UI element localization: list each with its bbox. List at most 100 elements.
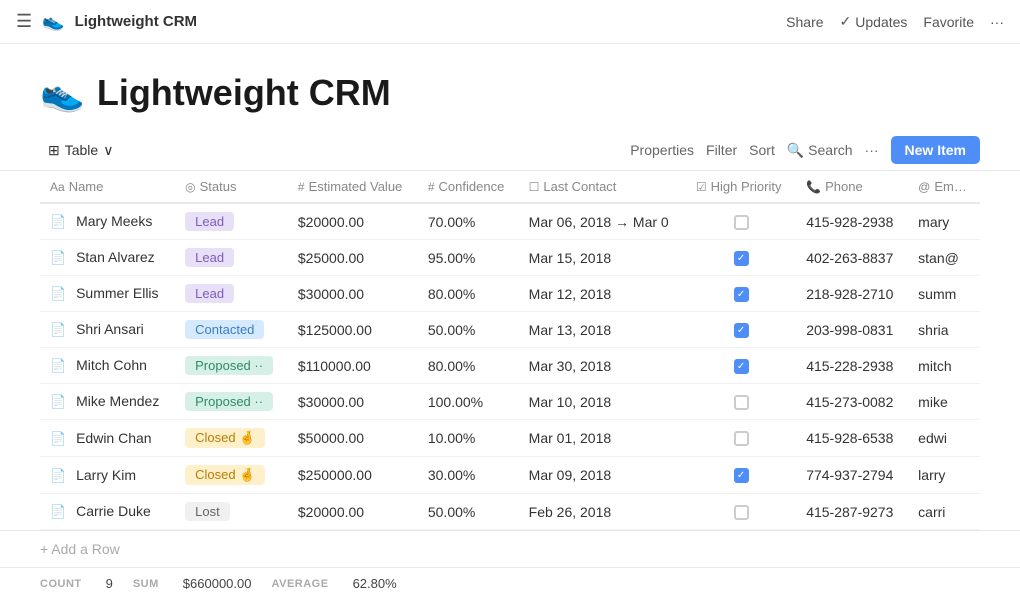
sort-button[interactable]: Sort <box>749 142 775 158</box>
cell-last-contact: Mar 13, 2018 <box>519 312 686 348</box>
row-doc-icon: 📄 <box>50 250 66 265</box>
sum-value: $660000.00 <box>183 576 252 591</box>
cell-estimated-value: $20000.00 <box>288 203 418 240</box>
table-row[interactable]: 📄 Carrie Duke Lost $20000.00 50.00% Feb … <box>40 494 980 530</box>
cell-high-priority <box>686 494 796 530</box>
col-email: @Em… <box>908 171 980 203</box>
filter-button[interactable]: Filter <box>706 142 737 158</box>
cell-confidence: 80.00% <box>418 276 519 312</box>
favorite-button[interactable]: Favorite <box>923 14 974 30</box>
cell-name: 📄 Carrie Duke <box>40 494 175 530</box>
app-icon: 👟 <box>42 11 64 32</box>
new-item-button[interactable]: New Item <box>891 136 980 164</box>
row-doc-icon: 📄 <box>50 431 66 446</box>
table-row[interactable]: 📄 Shri Ansari Contacted $125000.00 50.00… <box>40 312 980 348</box>
cell-confidence: 95.00% <box>418 240 519 276</box>
cell-name: 📄 Mike Mendez <box>40 384 175 420</box>
search-button[interactable]: 🔍 Search <box>787 142 853 159</box>
toolbar: ⊞ Table ∨ Properties Filter Sort 🔍 Searc… <box>0 130 1020 171</box>
cell-confidence: 80.00% <box>418 348 519 384</box>
cell-phone: 218-928-2710 <box>796 276 908 312</box>
cell-status: Lost <box>175 494 288 530</box>
status-badge[interactable]: Lead <box>185 212 234 231</box>
status-badge[interactable]: Lead <box>185 248 234 267</box>
topnav-left: ☰ 👟 Lightweight CRM <box>16 11 197 32</box>
cell-confidence: 10.00% <box>418 420 519 457</box>
cell-last-contact: Mar 15, 2018 <box>519 240 686 276</box>
col-confidence: #Confidence <box>418 171 519 203</box>
high-priority-checkbox[interactable] <box>734 215 749 230</box>
cell-phone: 415-273-0082 <box>796 384 908 420</box>
status-badge[interactable]: Lost <box>185 502 230 521</box>
high-priority-checkbox[interactable] <box>734 395 749 410</box>
cell-phone: 415-228-2938 <box>796 348 908 384</box>
high-priority-checkbox[interactable] <box>734 431 749 446</box>
col-last-contact: ☐Last Contact <box>519 171 686 203</box>
hamburger-menu[interactable]: ☰ <box>16 11 32 32</box>
table-row[interactable]: 📄 Mary Meeks Lead $20000.00 70.00% Mar 0… <box>40 203 980 240</box>
cell-last-contact: Mar 12, 2018 <box>519 276 686 312</box>
cell-name: 📄 Mary Meeks <box>40 203 175 240</box>
cell-email: mike <box>908 384 980 420</box>
cell-email: mary <box>908 203 980 240</box>
table-row[interactable]: 📄 Edwin Chan Closed 🤞 $50000.00 10.00% M… <box>40 420 980 457</box>
avg-value: 62.80% <box>353 576 397 591</box>
status-badge[interactable]: Closed 🤞 <box>185 428 265 448</box>
status-badge[interactable]: Proposed ·· <box>185 392 273 411</box>
cell-name: 📄 Mitch Cohn <box>40 348 175 384</box>
high-priority-checkbox[interactable]: ✓ <box>734 287 749 302</box>
table-view-button[interactable]: ⊞ Table ∨ <box>40 138 121 163</box>
row-doc-icon: 📄 <box>50 286 66 301</box>
status-badge[interactable]: Closed 🤞 <box>185 465 265 485</box>
more-options-button[interactable]: ··· <box>990 14 1004 30</box>
cell-email: carri <box>908 494 980 530</box>
updates-button[interactable]: ✓ Updates <box>840 13 908 30</box>
cell-estimated-value: $20000.00 <box>288 494 418 530</box>
cell-estimated-value: $30000.00 <box>288 276 418 312</box>
crm-table: AaName ◎Status #Estimated Value #Confide… <box>40 171 980 530</box>
cell-status: Lead <box>175 240 288 276</box>
table-row[interactable]: 📄 Stan Alvarez Lead $25000.00 95.00% Mar… <box>40 240 980 276</box>
page-icon: 👟 <box>40 72 85 114</box>
add-row-button[interactable]: + Add a Row <box>40 541 120 557</box>
cell-confidence: 30.00% <box>418 457 519 494</box>
high-priority-checkbox[interactable]: ✓ <box>734 251 749 266</box>
cell-status: Closed 🤞 <box>175 420 288 457</box>
properties-button[interactable]: Properties <box>630 142 694 158</box>
high-priority-checkbox[interactable]: ✓ <box>734 323 749 338</box>
table-icon: ⊞ <box>48 142 60 159</box>
cell-confidence: 50.00% <box>418 312 519 348</box>
cell-name: 📄 Summer Ellis <box>40 276 175 312</box>
col-status: ◎Status <box>175 171 288 203</box>
table-row[interactable]: 📄 Summer Ellis Lead $30000.00 80.00% Mar… <box>40 276 980 312</box>
high-priority-checkbox[interactable] <box>734 505 749 520</box>
cell-estimated-value: $25000.00 <box>288 240 418 276</box>
more-toolbar-options[interactable]: ··· <box>865 142 879 158</box>
table-row[interactable]: 📄 Mitch Cohn Proposed ·· $110000.00 80.0… <box>40 348 980 384</box>
top-navigation: ☰ 👟 Lightweight CRM Share ✓ Updates Favo… <box>0 0 1020 44</box>
cell-name: 📄 Stan Alvarez <box>40 240 175 276</box>
search-icon: 🔍 <box>787 142 804 158</box>
count-value: 9 <box>106 576 113 591</box>
cell-estimated-value: $110000.00 <box>288 348 418 384</box>
cell-email: edwi <box>908 420 980 457</box>
share-button[interactable]: Share <box>786 14 823 30</box>
cell-confidence: 50.00% <box>418 494 519 530</box>
cell-status: Proposed ·· <box>175 384 288 420</box>
row-doc-icon: 📄 <box>50 322 66 337</box>
table-row[interactable]: 📄 Larry Kim Closed 🤞 $250000.00 30.00% M… <box>40 457 980 494</box>
table-header-row: AaName ◎Status #Estimated Value #Confide… <box>40 171 980 203</box>
cell-status: Contacted <box>175 312 288 348</box>
table-row[interactable]: 📄 Mike Mendez Proposed ·· $30000.00 100.… <box>40 384 980 420</box>
high-priority-checkbox[interactable]: ✓ <box>734 468 749 483</box>
page-header: 👟 Lightweight CRM <box>0 44 1020 130</box>
cell-last-contact: Feb 26, 2018 <box>519 494 686 530</box>
high-priority-checkbox[interactable]: ✓ <box>734 359 749 374</box>
status-badge[interactable]: Lead <box>185 284 234 303</box>
cell-phone: 203-998-0831 <box>796 312 908 348</box>
status-badge[interactable]: Contacted <box>185 320 264 339</box>
cell-high-priority: ✓ <box>686 240 796 276</box>
status-badge[interactable]: Proposed ·· <box>185 356 273 375</box>
avg-label: AVERAGE <box>271 578 328 590</box>
col-phone: 📞Phone <box>796 171 908 203</box>
